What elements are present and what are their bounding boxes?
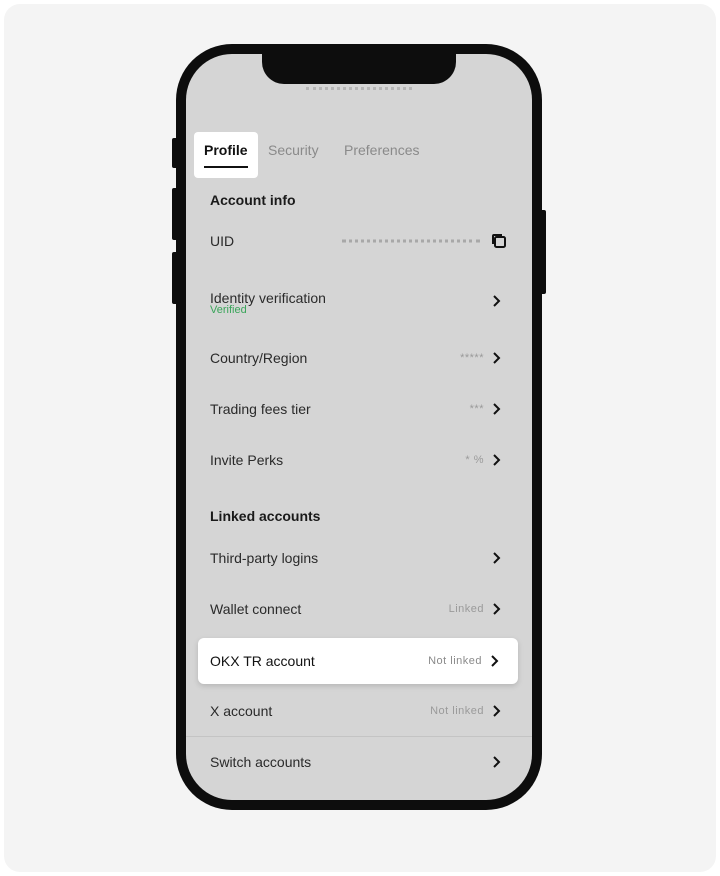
row-trading-fees-tier[interactable]: Trading fees tier *** xyxy=(186,384,532,434)
chevron-right-icon xyxy=(493,454,501,466)
tab-security[interactable]: Security xyxy=(268,132,319,178)
tab-preferences[interactable]: Preferences xyxy=(344,132,419,178)
wallet-connect-label: Wallet connect xyxy=(210,601,302,617)
third-party-logins-label: Third-party logins xyxy=(210,550,319,566)
trading-fees-value: *** xyxy=(469,403,484,415)
chevron-right-icon xyxy=(493,403,501,415)
chevron-right-icon xyxy=(491,655,499,667)
chevron-right-icon xyxy=(493,705,501,717)
tab-bar: Profile Security Preferences xyxy=(194,132,524,178)
phone-notch xyxy=(262,54,456,84)
uid-masked-value xyxy=(342,239,480,243)
x-account-value: Not linked xyxy=(430,705,484,717)
x-account-label: X account xyxy=(210,703,273,719)
phone-screen: Profile Security Preferences Account inf… xyxy=(186,54,532,800)
switch-accounts-label: Switch accounts xyxy=(210,754,312,770)
country-region-label: Country/Region xyxy=(210,350,308,366)
verified-status: Verified xyxy=(210,304,247,316)
tab-profile[interactable]: Profile xyxy=(194,132,258,178)
row-x-account[interactable]: X account Not linked xyxy=(186,686,532,736)
row-uid: UID xyxy=(186,216,532,266)
sheet-grabber xyxy=(306,87,412,90)
invite-perks-value: * % xyxy=(465,454,484,466)
invite-perks-label: Invite Perks xyxy=(210,452,284,468)
chevron-right-icon xyxy=(493,603,501,615)
tab-active-underline xyxy=(204,166,248,168)
tab-profile-label: Profile xyxy=(204,142,248,158)
row-okx-tr-account[interactable]: OKX TR account Not linked xyxy=(198,638,518,684)
row-third-party-logins[interactable]: Third-party logins xyxy=(186,533,532,583)
uid-label: UID xyxy=(210,233,235,249)
trading-fees-label: Trading fees tier xyxy=(210,401,311,417)
okx-tr-account-value: Not linked xyxy=(428,655,482,667)
row-switch-accounts[interactable]: Switch accounts xyxy=(186,737,532,787)
row-invite-perks[interactable]: Invite Perks * % xyxy=(186,435,532,485)
chevron-right-icon xyxy=(493,352,501,364)
copy-icon[interactable] xyxy=(490,232,508,250)
chevron-right-icon xyxy=(493,552,501,564)
section-title-linked-accounts: Linked accounts xyxy=(210,508,321,524)
wallet-connect-value: Linked xyxy=(448,603,484,615)
okx-tr-account-label: OKX TR account xyxy=(210,653,315,669)
row-country-region[interactable]: Country/Region ***** xyxy=(186,333,532,383)
country-region-value: ***** xyxy=(460,352,484,364)
section-title-account-info: Account info xyxy=(210,192,296,208)
chevron-right-icon xyxy=(493,756,501,768)
chevron-right-icon xyxy=(493,295,501,307)
row-wallet-connect[interactable]: Wallet connect Linked xyxy=(186,584,532,634)
row-identity-verification[interactable]: Identity verification Verified xyxy=(186,272,532,330)
